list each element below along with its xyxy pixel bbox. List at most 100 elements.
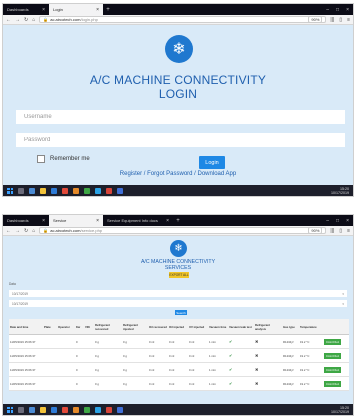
password-field[interactable] [16,133,345,147]
column-header: Refrigerant analysis [254,319,282,335]
toolbar-icons: ||| ▯ ≡ [330,228,350,234]
close-tab-icon[interactable]: × [96,7,99,13]
windows-start-icon[interactable] [7,406,13,413]
table-cell: 0 ml [148,334,168,349]
file-explorer-icon[interactable] [40,187,46,194]
system-clock[interactable]: 15:20 10/17/2019 [331,406,349,414]
sidebar-icon[interactable]: ▯ [339,228,342,234]
calculate-button[interactable]: CALCOLA [324,352,342,359]
app-icon[interactable] [84,406,90,413]
table-cell: 1 min [208,362,228,377]
zoom-level[interactable]: 90% [308,227,323,234]
column-header: VIN [84,319,94,335]
username-field[interactable] [16,110,345,124]
filter-label: Data [9,282,16,286]
window-controls: – □ × [326,7,353,13]
calculate-button[interactable]: CALCOLA [324,338,342,345]
login-button[interactable]: Login [199,156,225,169]
task-view-icon[interactable] [29,406,35,413]
table-cell [43,376,57,391]
app-icon[interactable] [84,187,90,194]
table-cell: 0 ml [188,348,208,363]
table-cell: 19.2 °C [299,334,323,349]
app-icon[interactable] [117,187,123,194]
table-cell [43,348,57,363]
close-tab-icon[interactable]: × [166,218,169,224]
tab-dashboards[interactable]: Dashboards × [3,4,49,15]
maximize-icon[interactable]: □ [336,7,339,13]
task-view-icon[interactable] [29,187,35,194]
reload-icon[interactable]: ↻ [24,17,28,23]
date-to-field[interactable]: 10/17/2019 ▾ [9,300,347,307]
address-bar[interactable]: 🔒 ac.aircotech.com /service.php 90% [39,227,327,234]
window-controls: – □ × [326,218,353,224]
tab-service[interactable]: Service × [49,215,103,226]
menu-icon[interactable]: ≡ [347,17,350,23]
export-all-button[interactable]: EXPORT ALL [169,272,189,278]
title-line-2: SERVICES [164,265,192,271]
firefox-icon[interactable] [73,187,79,194]
download-app-link[interactable]: Download App [198,171,237,177]
tab-service-equipment[interactable]: Service Equipment Info docs × [103,215,173,226]
table-cell [84,362,94,377]
calculate-button[interactable]: CALCOLA [324,366,342,373]
table-cell [43,362,57,377]
table-cell: 19.2 °C [299,348,323,363]
edge-icon[interactable] [51,187,57,194]
remember-checkbox[interactable] [37,155,45,163]
file-explorer-icon[interactable] [40,406,46,413]
maximize-icon[interactable]: □ [336,218,339,224]
search-icon[interactable] [18,406,24,413]
search-icon[interactable] [18,187,24,194]
app-icon[interactable] [117,406,123,413]
close-tab-icon[interactable]: × [42,7,45,13]
forward-icon[interactable]: → [15,228,20,234]
calculate-button[interactable]: CALCOLA [324,380,342,387]
forward-icon[interactable]: → [15,17,20,23]
home-icon[interactable]: ⌂ [32,17,35,23]
close-window-icon[interactable]: × [346,7,349,13]
minimize-icon[interactable]: – [326,218,329,224]
register-link[interactable]: Register [120,171,142,177]
app-icon[interactable] [62,406,68,413]
app-icon[interactable] [62,187,68,194]
calendar-icon[interactable]: ▾ [342,302,344,306]
windows-start-icon[interactable] [7,187,13,194]
back-icon[interactable]: ← [6,17,11,23]
table-cell: 0 [75,334,84,349]
calendar-icon[interactable]: ▾ [342,292,344,296]
forgot-password-link[interactable]: Forgot Password [147,171,192,177]
app-icon[interactable] [95,187,101,194]
new-tab-icon[interactable]: + [103,7,113,13]
check-icon: ✔ [229,367,233,372]
login-screenshot: Dashboards × Login × + – □ × ← → ↻ ⌂ 🔒 a… [2,3,354,197]
date-from-value: 10/17/2019 [12,291,28,296]
back-icon[interactable]: ← [6,228,11,234]
close-tab-icon[interactable]: × [96,218,99,224]
app-icon[interactable] [106,187,112,194]
tab-login[interactable]: Login × [49,4,103,15]
app-icon[interactable] [95,406,101,413]
firefox-icon[interactable] [73,406,79,413]
title-line-2: LOGIN [158,87,198,101]
minimize-icon[interactable]: – [326,7,329,13]
menu-icon[interactable]: ≡ [347,228,350,234]
remember-me[interactable]: Remember me [37,155,90,163]
system-clock[interactable]: 15:20 10/17/2019 [331,187,349,195]
close-window-icon[interactable]: × [346,218,349,224]
tab-label: Service [53,218,67,223]
sidebar-icon[interactable]: ▯ [339,17,342,23]
home-icon[interactable]: ⌂ [32,228,35,234]
date-from-field[interactable]: 10/17/2019 ▾ [9,290,347,297]
reload-icon[interactable]: ↻ [24,228,28,234]
zoom-level[interactable]: 90% [308,16,323,23]
new-tab-icon[interactable]: + [173,218,183,224]
library-icon[interactable]: ||| [330,228,334,234]
address-bar[interactable]: 🔒 ac.aircotech.com /login.php 90% [39,16,327,23]
tab-dashboards[interactable]: Dashboards × [3,215,49,226]
edge-icon[interactable] [51,406,57,413]
search-button[interactable]: Search [175,310,187,315]
app-icon[interactable] [106,406,112,413]
close-tab-icon[interactable]: × [42,218,45,224]
library-icon[interactable]: ||| [330,17,334,23]
